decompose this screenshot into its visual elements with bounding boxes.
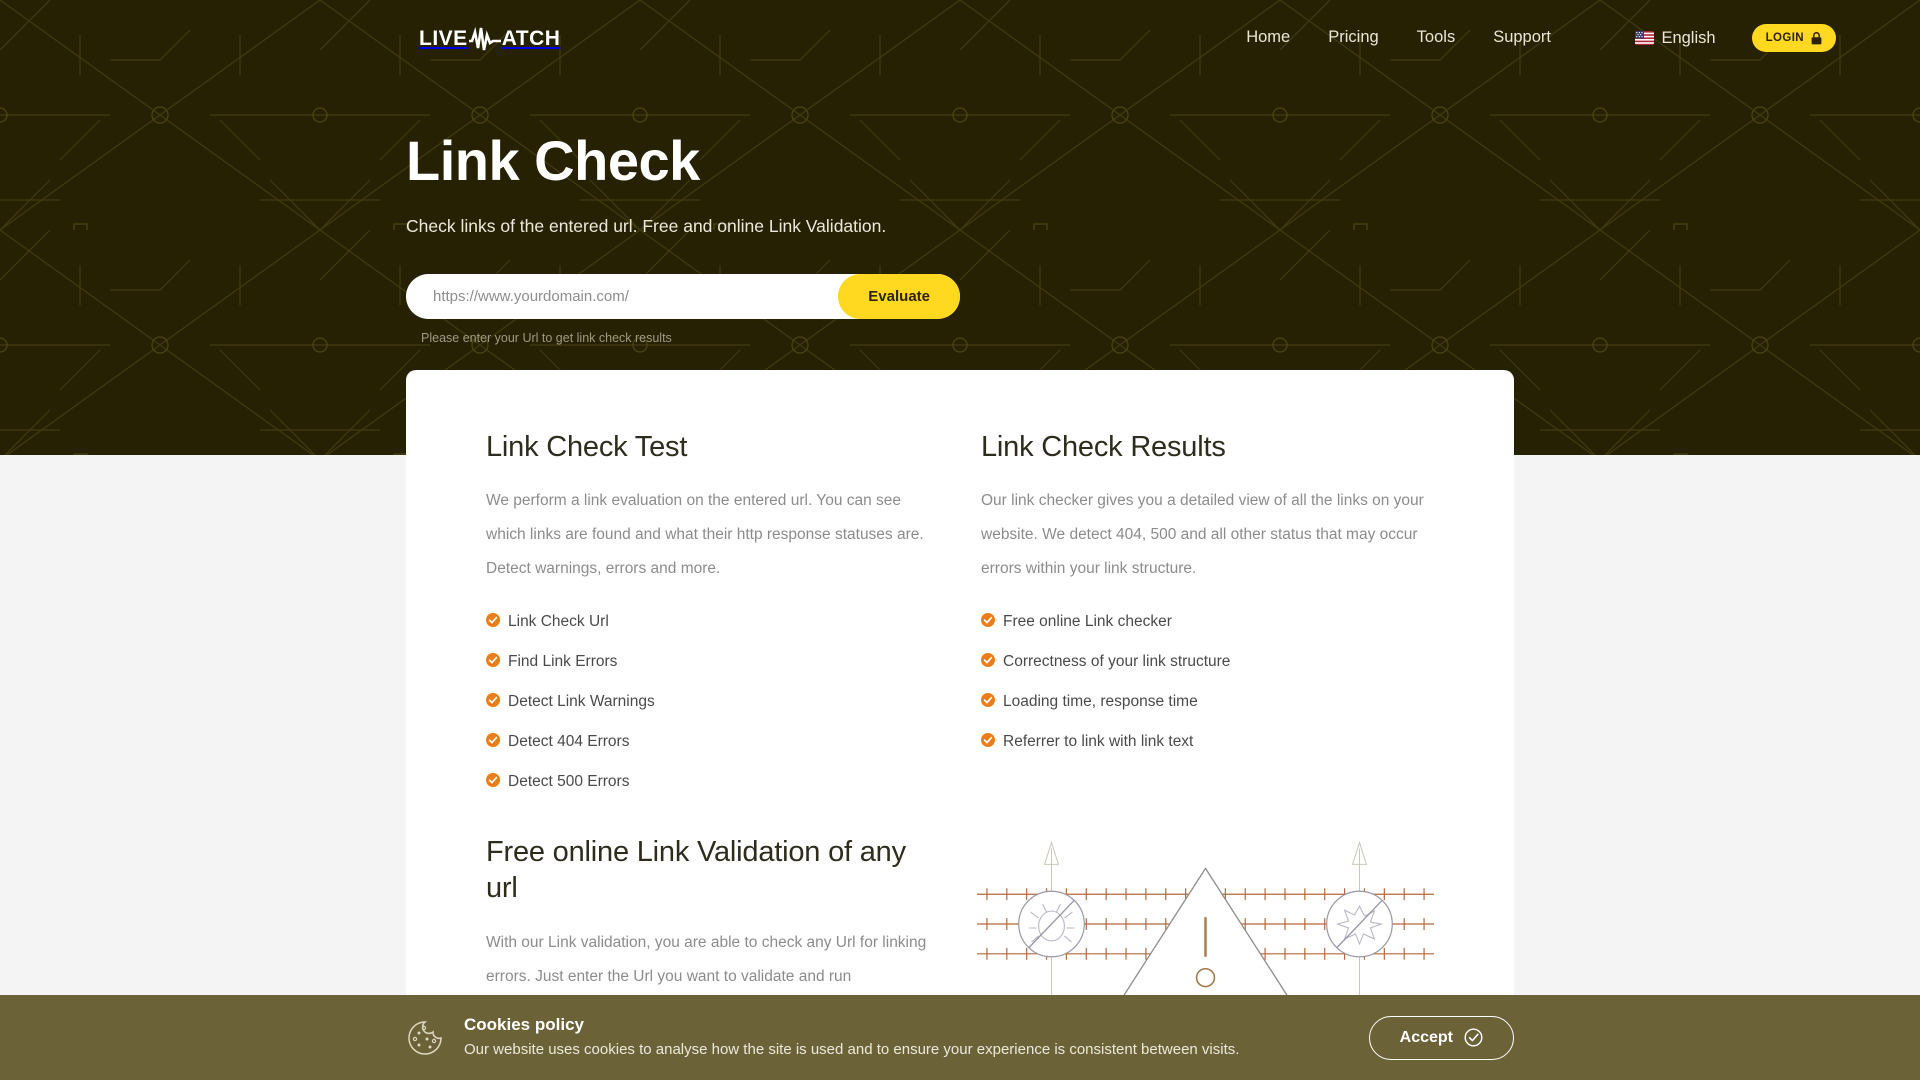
link-validation-paragraph: With our Link validation, you are able t…	[486, 934, 927, 985]
nav-links: Home Pricing Tools Support	[1227, 27, 1570, 47]
link-validation-text: Free online Link Validation of any url W…	[486, 834, 935, 1018]
accept-cookies-button[interactable]: Accept	[1368, 1015, 1514, 1060]
link-validation-heading: Free online Link Validation of any url	[486, 836, 906, 904]
feature-label: Link Check Url	[508, 613, 609, 630]
hero-content: Link Check Check links of the entered ur…	[406, 130, 886, 238]
cookie-message-group: Cookies policy Our website uses cookies …	[406, 1014, 1239, 1061]
cookie-banner-inner: Cookies policy Our website uses cookies …	[406, 1014, 1514, 1061]
nav-item-tools[interactable]: Tools	[1398, 27, 1475, 47]
check-circle-icon	[981, 693, 995, 707]
top-navigation-bar: LIVE ATCH Home Pricing Tools Support Eng…	[0, 0, 1920, 72]
feature-label: Correctness of your link structure	[1003, 653, 1231, 670]
check-circle-icon	[486, 693, 500, 707]
check-circle-icon	[486, 733, 500, 747]
cookie-title: Cookies policy	[464, 1015, 584, 1034]
feature-label: Loading time, response time	[1003, 693, 1198, 710]
language-selector[interactable]: English	[1619, 29, 1731, 48]
link-check-results-paragraph: Our link checker gives you a detailed vi…	[981, 492, 1424, 577]
check-circle-icon	[981, 653, 995, 667]
list-item: Correctness of your link structure	[981, 652, 1434, 671]
two-column-section: Link Check Test We perform a link evalua…	[486, 430, 1434, 812]
link-check-test-paragraph: We perform a link evaluation on the ente…	[486, 492, 924, 577]
lock-icon	[1811, 31, 1822, 44]
list-item: Free online Link checker	[981, 612, 1434, 631]
check-circle-icon	[1464, 1028, 1483, 1047]
check-circle-icon	[981, 613, 995, 627]
list-item: Referrer to link with link text	[981, 732, 1434, 751]
feature-label: Detect 404 Errors	[508, 733, 630, 750]
us-flag-icon	[1635, 31, 1655, 45]
cookie-icon	[408, 1020, 442, 1055]
nav-item-home[interactable]: Home	[1227, 27, 1309, 47]
cookie-text-block: Cookies policy Our website uses cookies …	[464, 1014, 1239, 1061]
link-check-test-heading: Link Check Test	[486, 431, 688, 463]
accept-label: Accept	[1399, 1028, 1453, 1046]
nav-item-support[interactable]: Support	[1474, 27, 1570, 47]
link-check-results-heading: Link Check Results	[981, 431, 1226, 463]
logo-text-live: LIVE	[419, 27, 468, 50]
check-circle-icon	[486, 773, 500, 787]
illustration-container	[977, 834, 1434, 1018]
login-button[interactable]: LOGIN	[1751, 24, 1836, 52]
page-title: Link Check	[406, 129, 700, 192]
nav-right-group: English LOGIN	[1619, 24, 1836, 52]
nav-item-pricing[interactable]: Pricing	[1309, 27, 1397, 47]
list-item: Detect 404 Errors	[486, 732, 939, 751]
feature-label: Free online Link checker	[1003, 613, 1172, 630]
list-item: Detect 500 Errors	[486, 772, 939, 791]
list-item: Loading time, response time	[981, 692, 1434, 711]
evaluate-button[interactable]: Evaluate	[838, 274, 960, 319]
content-card: Link Check Test We perform a link evalua…	[406, 370, 1514, 1070]
pulse-wave-icon	[468, 26, 501, 51]
broken-link-warning-illustration	[977, 840, 1434, 1018]
check-circle-icon	[981, 733, 995, 747]
login-label: LOGIN	[1765, 32, 1804, 44]
language-label: English	[1661, 28, 1716, 47]
link-check-test-feature-list: Link Check Url Find Link Errors Detect L…	[486, 612, 939, 791]
feature-label: Detect Link Warnings	[508, 693, 655, 710]
logo-text-watch: ATCH	[501, 27, 561, 50]
list-item: Find Link Errors	[486, 652, 939, 671]
link-check-results-feature-list: Free online Link checker Correctness of …	[981, 612, 1434, 751]
link-check-test-column: Link Check Test We perform a link evalua…	[486, 430, 939, 812]
feature-label: Find Link Errors	[508, 653, 618, 670]
cookie-description: Our website uses cookies to analyse how …	[464, 1041, 1240, 1058]
logo[interactable]: LIVE ATCH	[419, 26, 560, 52]
cookie-banner: Cookies policy Our website uses cookies …	[0, 995, 1920, 1080]
list-item: Detect Link Warnings	[486, 692, 939, 711]
feature-label: Detect 500 Errors	[508, 773, 630, 790]
page-subtitle: Check links of the entered url. Free and…	[406, 216, 887, 236]
url-search-wrapper: Evaluate	[406, 274, 960, 319]
url-search-row: Evaluate Please enter your Url to get li…	[406, 274, 960, 345]
check-circle-icon	[486, 653, 500, 667]
check-circle-icon	[486, 613, 500, 627]
search-hint-text: Please enter your Url to get link check …	[421, 331, 672, 345]
link-check-results-column: Link Check Results Our link checker give…	[981, 430, 1434, 812]
list-item: Link Check Url	[486, 612, 939, 631]
link-validation-section: Free online Link Validation of any url W…	[486, 834, 1434, 1018]
feature-label: Referrer to link with link text	[1003, 733, 1194, 750]
